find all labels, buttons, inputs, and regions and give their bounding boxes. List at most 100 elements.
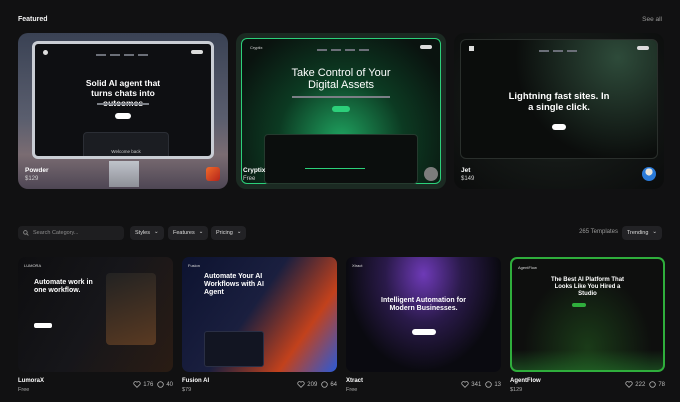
- search-icon: [23, 230, 29, 236]
- comment-button[interactable]: 40: [157, 381, 173, 388]
- like-button[interactable]: 176: [133, 381, 153, 388]
- comment-icon: [321, 381, 328, 388]
- template-name: Powder: [25, 167, 49, 174]
- cryptix-preview: Cryptix Take Control of Your Digital Ass…: [241, 38, 441, 184]
- featured-label: Jet $149: [461, 167, 474, 182]
- preview-brand: Fusion: [188, 263, 201, 268]
- preview-nav: [469, 45, 649, 52]
- section-title: Featured: [18, 15, 48, 23]
- preview-brand: Xtract: [352, 263, 363, 268]
- comment-count: 78: [658, 381, 665, 388]
- featured-label: Cryptix Free: [243, 167, 265, 182]
- featured-label: Powder $129: [25, 167, 48, 182]
- preview-chat-title: Welcome back: [111, 149, 141, 154]
- preview-cta: [412, 329, 436, 335]
- creator-avatar[interactable]: [424, 167, 438, 181]
- template-stats: 209 64: [297, 381, 337, 388]
- preview-cta: [115, 113, 131, 119]
- chevron-down-icon: ⌄: [652, 229, 657, 236]
- featured-card-jet[interactable]: Lightning fast sites. In a single click.…: [454, 33, 664, 189]
- comment-icon: [485, 381, 492, 388]
- preview-panel: [204, 331, 264, 367]
- preview-hero-text: Intelligent Automation for Modern Busine…: [381, 297, 466, 312]
- features-label: Features: [173, 230, 195, 236]
- heart-icon: [625, 381, 633, 388]
- monitor-preview: Solid AI agent that turns chats into out…: [32, 41, 214, 159]
- chevron-down-icon: ⌄: [153, 229, 159, 236]
- template-stats: 176 40: [133, 381, 173, 388]
- preview-dashboard: [264, 134, 418, 184]
- template-info: AgentFlow $129 222 78: [510, 378, 665, 398]
- preview-nav: [43, 49, 203, 56]
- comment-count: 40: [166, 381, 173, 388]
- pricing-label: Pricing: [216, 230, 233, 236]
- template-card-lumorax[interactable]: LUMORA Automate work in one workflow.: [18, 257, 173, 372]
- styles-label: Styles: [135, 230, 150, 236]
- preview-nav: Cryptix: [250, 44, 432, 51]
- comment-button[interactable]: 13: [485, 381, 501, 388]
- preview-subtext: [292, 96, 390, 98]
- creator-avatar[interactable]: [206, 167, 220, 181]
- like-button[interactable]: 222: [625, 381, 645, 388]
- preview-glow: [512, 350, 663, 370]
- comment-button[interactable]: 64: [321, 381, 337, 388]
- like-button[interactable]: 209: [297, 381, 317, 388]
- preview-brand: Cryptix: [250, 44, 263, 50]
- heart-icon: [461, 381, 469, 388]
- preview-hero-text: The Best AI Platform That Looks Like You…: [550, 277, 625, 297]
- template-price: Free: [243, 176, 256, 182]
- creator-avatar[interactable]: [642, 167, 656, 181]
- like-count: 222: [635, 381, 646, 388]
- comment-button[interactable]: 78: [649, 381, 665, 388]
- template-stats: 222 78: [625, 381, 665, 388]
- sort-label: Trending: [626, 230, 649, 236]
- preview-hero-text: Take Control of Your Digital Assets: [291, 67, 391, 91]
- template-info: Xtract Free 341 13: [346, 378, 501, 398]
- preview-cta: [552, 124, 566, 130]
- preview-brand: AgentFlow: [518, 265, 537, 270]
- like-count: 341: [471, 381, 482, 388]
- featured-card-cryptix[interactable]: Cryptix Take Control of Your Digital Ass…: [236, 33, 446, 189]
- template-name: Jet: [461, 167, 471, 174]
- pricing-dropdown[interactable]: Pricing ⌄: [211, 226, 247, 240]
- preview-cta: [572, 303, 586, 307]
- featured-card-powder[interactable]: Solid AI agent that turns chats into out…: [18, 33, 228, 189]
- preview-cta: [332, 106, 350, 112]
- search-placeholder: Search Category...: [33, 230, 79, 236]
- heart-icon: [133, 381, 141, 388]
- features-dropdown[interactable]: Features ⌄: [168, 226, 209, 240]
- template-gallery-page: Featured See all Solid AI agent that tur…: [0, 0, 680, 402]
- template-stats: 341 13: [461, 381, 501, 388]
- comment-count: 13: [494, 381, 501, 388]
- preview-cta: [34, 323, 52, 328]
- template-price: $149: [461, 176, 475, 182]
- like-count: 209: [307, 381, 318, 388]
- preview-hero-text: Automate work in one workflow.: [34, 279, 93, 294]
- template-card-fusion-ai[interactable]: Fusion Automate Your AI Workflows with A…: [182, 257, 337, 372]
- template-name: Cryptix: [243, 167, 266, 174]
- template-info: LumoraX Free 176 40: [18, 378, 173, 398]
- comment-icon: [157, 381, 164, 388]
- styles-dropdown[interactable]: Styles ⌄: [130, 226, 164, 240]
- monitor-stand: [109, 161, 139, 187]
- template-card-agentflow[interactable]: AgentFlow The Best AI Platform That Look…: [510, 257, 665, 372]
- preview-panel: [106, 273, 156, 345]
- chevron-down-icon: ⌄: [198, 229, 204, 236]
- see-all-link[interactable]: See all: [642, 16, 662, 23]
- template-info: Fusion AI $79 209 64: [182, 378, 337, 398]
- preview-hero-text: Lightning fast sites. In a single click.: [508, 91, 610, 113]
- sort-dropdown[interactable]: Trending ⌄: [621, 226, 662, 240]
- preview-chart-line: [305, 149, 365, 169]
- jet-preview: Lightning fast sites. In a single click.: [460, 39, 658, 159]
- heart-icon: [297, 381, 305, 388]
- template-count: 265 Templates: [579, 229, 618, 235]
- preview-hero-text: Automate Your AI Workflows with AI Agent: [204, 273, 264, 296]
- template-price: $129: [25, 176, 39, 182]
- like-count: 176: [143, 381, 154, 388]
- search-input[interactable]: Search Category...: [18, 226, 124, 240]
- featured-header: Featured See all: [18, 13, 662, 25]
- like-button[interactable]: 341: [461, 381, 481, 388]
- comment-icon: [649, 381, 656, 388]
- preview-brand: LUMORA: [24, 263, 42, 268]
- template-card-xtract[interactable]: Xtract Intelligent Automation for Modern…: [346, 257, 501, 372]
